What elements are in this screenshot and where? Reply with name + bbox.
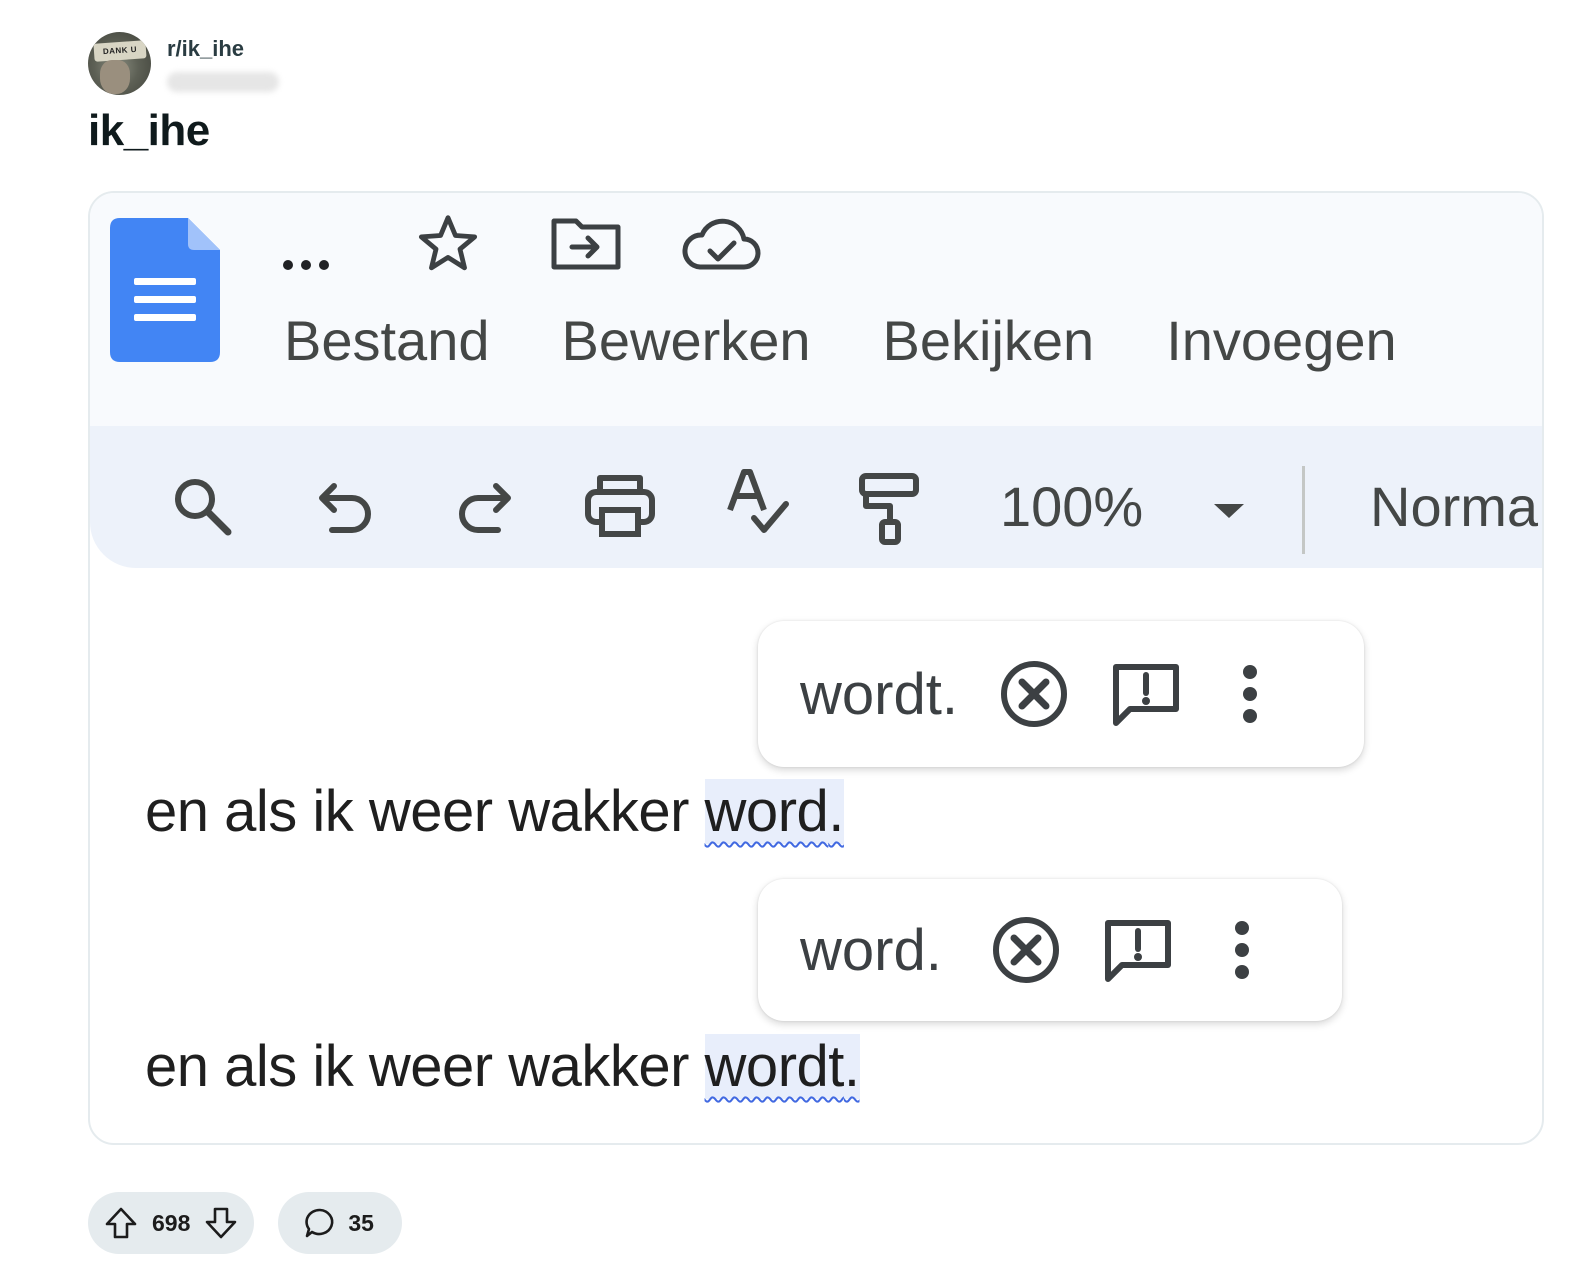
- vote-count: 698: [152, 1209, 191, 1236]
- downvote-icon[interactable]: [204, 1206, 238, 1240]
- zoom-dropdown-icon[interactable]: [1212, 502, 1246, 520]
- blurred-username: [167, 72, 279, 92]
- search-icon[interactable]: [170, 474, 234, 538]
- google-docs-logo-icon: [110, 218, 220, 362]
- upvote-icon[interactable]: [104, 1206, 138, 1240]
- post-header: DANK U r/ik_ihe: [88, 32, 279, 96]
- docs-header: Bestand Bewerken Bekijken Invoegen: [90, 193, 1542, 428]
- subreddit-name[interactable]: r/ik_ihe: [167, 36, 279, 62]
- more-dots-icon[interactable]: [280, 255, 336, 275]
- document-line[interactable]: en als ik weer wakker word.: [145, 778, 844, 845]
- more-options-icon[interactable]: [1230, 920, 1254, 980]
- star-icon[interactable]: [416, 211, 480, 275]
- docs-toolbar: 100% Norma: [90, 426, 1542, 568]
- menu-bestand[interactable]: Bestand: [284, 308, 490, 373]
- undo-icon[interactable]: [316, 478, 376, 536]
- cloud-saved-icon[interactable]: [682, 217, 762, 271]
- feedback-icon[interactable]: [1110, 661, 1182, 727]
- comment-count: 35: [348, 1209, 374, 1236]
- spellcheck-icon[interactable]: [724, 466, 790, 538]
- menu-bekijken[interactable]: Bekijken: [883, 308, 1095, 373]
- subreddit-avatar[interactable]: DANK U: [88, 32, 151, 95]
- document-line[interactable]: en als ik weer wakker wordt.: [145, 1033, 860, 1100]
- move-folder-icon[interactable]: [550, 215, 622, 271]
- more-options-icon[interactable]: [1238, 664, 1262, 724]
- spelling-suggestion-popup: wordt.: [758, 621, 1364, 767]
- dismiss-icon[interactable]: [990, 914, 1062, 986]
- post-image[interactable]: Bestand Bewerken Bekijken Invoegen 100% …: [88, 191, 1544, 1145]
- comment-bubble-icon: [305, 1208, 334, 1238]
- suggestion-text[interactable]: word.: [800, 917, 942, 984]
- menu-bewerken[interactable]: Bewerken: [562, 308, 811, 373]
- misspelled-word[interactable]: word: [705, 779, 829, 844]
- toolbar-divider: [1302, 466, 1305, 554]
- avatar-text: DANK U: [102, 44, 138, 57]
- print-icon[interactable]: [584, 472, 656, 538]
- vote-bar: 698: [88, 1192, 255, 1254]
- docs-menubar: Bestand Bewerken Bekijken Invoegen: [284, 308, 1469, 373]
- zoom-level[interactable]: 100%: [1000, 474, 1143, 539]
- redo-icon[interactable]: [454, 478, 514, 536]
- paint-format-icon[interactable]: [856, 470, 920, 546]
- dismiss-icon[interactable]: [998, 658, 1070, 730]
- post-actions: 698 35: [88, 1192, 402, 1254]
- feedback-icon[interactable]: [1102, 917, 1174, 983]
- menu-invoegen[interactable]: Invoegen: [1166, 308, 1396, 373]
- suggestion-text[interactable]: wordt.: [800, 661, 958, 728]
- misspelled-word[interactable]: wordt: [705, 1034, 845, 1099]
- paragraph-style-select[interactable]: Norma: [1370, 474, 1538, 539]
- comments-button[interactable]: 35: [278, 1192, 402, 1254]
- post-title: ik_ihe: [88, 106, 210, 155]
- spelling-suggestion-popup: word.: [758, 879, 1342, 1021]
